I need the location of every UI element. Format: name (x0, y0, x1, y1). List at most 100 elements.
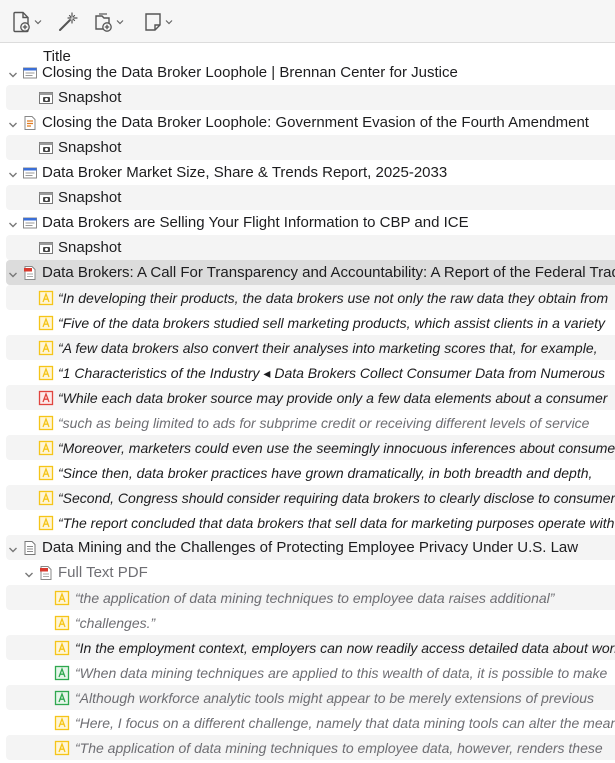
annotation-yellow-icon (38, 515, 54, 531)
item-row[interactable]: Data Brokers are Selling Your Flight Inf… (0, 210, 615, 235)
attachment-row[interactable]: Snapshot (0, 185, 615, 210)
item-title: “Moreover, marketers could even use the … (58, 440, 615, 456)
new-note-button[interactable] (143, 9, 173, 35)
annotation-green-icon (54, 690, 70, 706)
disclosure-chevron-icon[interactable] (8, 67, 18, 78)
item-title: “Since then, data broker practices have … (58, 465, 593, 481)
annotation-row[interactable]: “the application of data mining techniqu… (0, 585, 615, 610)
item-title: Snapshot (58, 189, 122, 206)
item-row[interactable]: Full Text PDF (0, 560, 615, 585)
annotation-row[interactable]: “In developing their products, the data … (0, 285, 615, 310)
item-title: “such as being limited to ads for subpri… (58, 415, 590, 431)
annotation-yellow-icon (54, 715, 70, 731)
item-title: Data Brokers: A Call For Transparency an… (42, 264, 615, 281)
webpage-icon (22, 165, 38, 181)
item-title: Snapshot (58, 139, 122, 156)
annotation-row[interactable]: “Here, I focus on a different challenge,… (0, 710, 615, 735)
annotation-row[interactable]: “Although workforce analytic tools might… (0, 685, 615, 710)
annotation-row[interactable]: “Second, Congress should consider requir… (0, 485, 615, 510)
item-title: “Here, I focus on a different challenge,… (75, 715, 615, 731)
annotation-row[interactable]: “Moreover, marketers could even use the … (0, 435, 615, 460)
annotation-yellow-icon (38, 490, 54, 506)
annotation-row[interactable]: “The application of data mining techniqu… (0, 735, 615, 760)
item-title: “Five of the data brokers studied sell m… (58, 315, 606, 331)
new-item-button[interactable] (12, 9, 42, 35)
item-title: “In developing their products, the data … (58, 290, 609, 306)
pdf-icon (22, 265, 38, 281)
item-title: “In the employment context, employers ca… (75, 640, 615, 656)
annotation-yellow-icon (38, 365, 54, 381)
item-row[interactable]: Data Mining and the Challenges of Protec… (0, 535, 615, 560)
item-row[interactable]: Data Broker Market Size, Share & Trends … (0, 160, 615, 185)
annotation-yellow-icon (38, 340, 54, 356)
disclosure-chevron-icon[interactable] (8, 217, 18, 228)
item-title: “challenges.” (75, 615, 156, 631)
attachment-row[interactable]: Snapshot (0, 135, 615, 160)
toolbar (0, 0, 615, 43)
disclosure-chevron-icon[interactable] (24, 567, 34, 578)
annotation-yellow-icon (54, 590, 70, 606)
snapshot-icon (38, 240, 54, 256)
item-title: Snapshot (58, 239, 122, 256)
new-item-icon (13, 11, 30, 33)
snapshot-icon (38, 140, 54, 156)
item-title: “When data mining techniques are applied… (75, 665, 608, 681)
annotation-row[interactable]: “1 Characteristics of the Industry ◂ Dat… (0, 360, 615, 385)
note-icon (145, 13, 161, 31)
item-title: Snapshot (58, 89, 122, 106)
attachment-row[interactable]: Snapshot (0, 85, 615, 110)
item-row[interactable]: Data Brokers: A Call For Transparency an… (0, 260, 615, 285)
add-attachment-button[interactable] (92, 9, 124, 35)
annotation-yellow-icon (38, 415, 54, 431)
annotation-row[interactable]: “While each data broker source may provi… (0, 385, 615, 410)
item-title: Closing the Data Broker Loophole | Brenn… (42, 64, 458, 81)
item-row[interactable]: Closing the Data Broker Loophole | Brenn… (0, 60, 615, 85)
annotation-row[interactable]: “In the employment context, employers ca… (0, 635, 615, 660)
item-title: Full Text PDF (58, 564, 148, 581)
items-tree: Closing the Data Broker Loophole | Brenn… (0, 60, 615, 763)
magic-wand-icon (59, 12, 78, 31)
chevron-down-icon (165, 20, 173, 25)
item-title: “Although workforce analytic tools might… (75, 690, 595, 706)
attachment-icon (95, 13, 112, 32)
annotation-row[interactable]: “Since then, data broker practices have … (0, 460, 615, 485)
report-icon (22, 115, 38, 131)
item-title: Data Mining and the Challenges of Protec… (42, 539, 579, 556)
annotation-red-icon (38, 390, 54, 406)
item-row[interactable]: Closing the Data Broker Loophole: Govern… (0, 110, 615, 135)
item-title: “Second, Congress should consider requir… (58, 490, 615, 506)
disclosure-chevron-icon[interactable] (8, 117, 18, 128)
annotation-row[interactable]: “Five of the data brokers studied sell m… (0, 310, 615, 335)
chevron-down-icon (116, 20, 124, 25)
annotation-row[interactable]: “The report concluded that data brokers … (0, 510, 615, 535)
annotation-yellow-icon (38, 440, 54, 456)
annotation-yellow-icon (38, 465, 54, 481)
disclosure-chevron-icon[interactable] (8, 542, 18, 553)
annotation-yellow-icon (54, 640, 70, 656)
annotation-yellow-icon (38, 315, 54, 331)
disclosure-chevron-icon[interactable] (8, 167, 18, 178)
item-title: Data Brokers are Selling Your Flight Inf… (42, 214, 469, 231)
magic-wand-button[interactable] (57, 9, 79, 35)
item-title: “the application of data mining techniqu… (75, 590, 555, 606)
annotation-row[interactable]: “such as being limited to ads for subpri… (0, 410, 615, 435)
item-title: “The application of data mining techniqu… (75, 740, 603, 756)
annotation-yellow-icon (38, 290, 54, 306)
pdf-icon (38, 565, 54, 581)
chevron-down-icon (34, 20, 42, 25)
annotation-row[interactable]: “When data mining techniques are applied… (0, 660, 615, 685)
annotation-row[interactable]: “challenges.” (0, 610, 615, 635)
document-icon (22, 540, 38, 556)
annotation-row[interactable]: “A few data brokers also convert their a… (0, 335, 615, 360)
snapshot-icon (38, 190, 54, 206)
attachment-row[interactable]: Snapshot (0, 235, 615, 260)
annotation-yellow-icon (54, 615, 70, 631)
webpage-icon (22, 215, 38, 231)
annotation-yellow-icon (54, 740, 70, 756)
item-title: “While each data broker source may provi… (58, 390, 608, 406)
disclosure-chevron-icon[interactable] (8, 267, 18, 278)
annotation-green-icon (54, 665, 70, 681)
snapshot-icon (38, 90, 54, 106)
item-title: Closing the Data Broker Loophole: Govern… (42, 114, 589, 131)
item-title: “The report concluded that data brokers … (58, 515, 615, 531)
